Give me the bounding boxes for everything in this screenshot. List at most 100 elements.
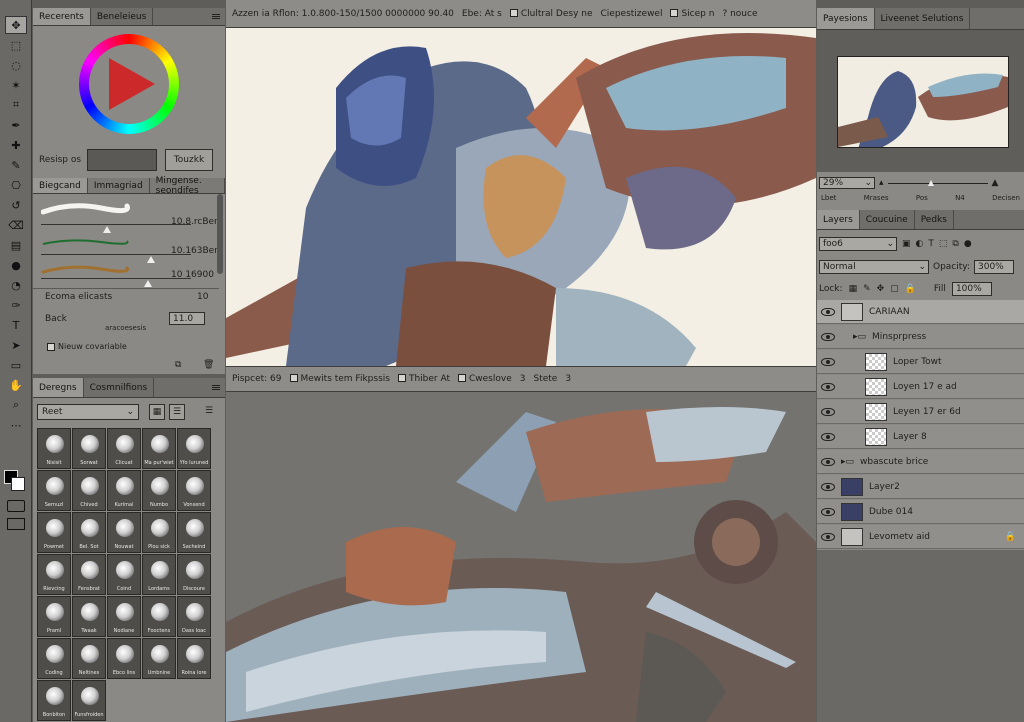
lock-move-icon[interactable]: ✥: [877, 284, 885, 294]
brush-preset[interactable]: Nouwat: [107, 512, 141, 553]
brush-preset[interactable]: Sernuzl: [37, 470, 71, 511]
list-view-icon[interactable]: ☰: [169, 404, 185, 420]
quick-mask-icon[interactable]: [7, 500, 25, 512]
panel-menu-icon[interactable]: [207, 378, 225, 397]
stroke-slider-1-knob[interactable]: [103, 226, 111, 233]
layer-row[interactable]: Loyen 17 e ad: [817, 375, 1024, 399]
brush-preset[interactable]: Roina lore: [177, 638, 211, 679]
status-item-3[interactable]: Ciepestizewel: [601, 9, 663, 19]
tab-liveenet-selutions[interactable]: Liveenet Selutions: [875, 8, 971, 29]
brush-preset[interactable]: Praml: [37, 596, 71, 637]
visibility-eye-icon[interactable]: [821, 457, 835, 466]
fill-field[interactable]: 100%: [951, 282, 992, 296]
zoom-out-icon[interactable]: ▴: [879, 178, 884, 188]
shape-icon[interactable]: ▭: [5, 356, 27, 374]
brush-preset[interactable]: Nodiane: [107, 596, 141, 637]
option-cweslove[interactable]: Cweslove: [458, 374, 512, 384]
layer-row[interactable]: ▸ ▭ wbascute brice: [817, 450, 1024, 474]
filter-toggle-icon[interactable]: ●: [964, 239, 972, 249]
zoom-field[interactable]: 29% ⌄: [819, 177, 875, 189]
move-tool-icon[interactable]: ✥: [5, 16, 27, 34]
magic-wand-icon[interactable]: ✶: [5, 76, 27, 94]
color-triangle[interactable]: [109, 58, 155, 110]
preset-select[interactable]: Reet ⌄: [37, 404, 139, 420]
brush-preset[interactable]: Bonbiton: [37, 680, 71, 721]
filter-type-icon[interactable]: T: [928, 239, 934, 249]
more-tools-icon[interactable]: ⋯: [5, 416, 27, 434]
zoom-slider[interactable]: [887, 179, 988, 186]
lock-pixels-icon[interactable]: ▦: [849, 284, 858, 294]
brush-preset[interactable]: Sacheind: [177, 512, 211, 553]
brush-preset[interactable]: Coind: [107, 554, 141, 595]
visibility-eye-icon[interactable]: [821, 432, 835, 441]
opacity-field[interactable]: 300%: [974, 260, 1014, 274]
tab-coucuine[interactable]: Coucuine: [860, 210, 915, 229]
brush-preset[interactable]: Discoure: [177, 554, 211, 595]
visibility-eye-icon[interactable]: [821, 532, 835, 541]
panel-scrollbar[interactable]: [217, 194, 223, 274]
marquee-icon[interactable]: ⬚: [5, 36, 27, 54]
navigator-preview[interactable]: [837, 56, 1009, 148]
visibility-eye-icon[interactable]: [821, 332, 835, 341]
tab-pedks[interactable]: Pedks: [915, 210, 954, 229]
tab-payesions[interactable]: Payesions: [817, 8, 875, 29]
pen-icon[interactable]: ✑: [5, 296, 27, 314]
tab-immagriad[interactable]: Immagriad: [88, 178, 150, 193]
brush-preset[interactable]: Rievcing: [37, 554, 71, 595]
layer-row[interactable]: Leyen 17 er 6d: [817, 400, 1024, 424]
layer-row[interactable]: Layer2: [817, 475, 1024, 499]
stroke-slider-2[interactable]: [41, 254, 191, 255]
blend-mode-select[interactable]: Normal ⌄: [819, 260, 929, 274]
path-select-icon[interactable]: ➤: [5, 336, 27, 354]
color-wheel[interactable]: [79, 34, 179, 134]
brush-preset[interactable]: Chived: [72, 470, 106, 511]
option-mewits[interactable]: Mewits tem Fikpssis: [289, 374, 390, 384]
brush-preset[interactable]: Nisisit: [37, 428, 71, 469]
filter-adjust-icon[interactable]: ◐: [916, 239, 924, 249]
layer-row[interactable]: Layer 8: [817, 425, 1024, 449]
brush-preset[interactable]: Fooctens: [142, 596, 176, 637]
layer-row[interactable]: CARIAAN: [817, 300, 1024, 324]
brush-preset[interactable]: Bel. Sot: [72, 512, 106, 553]
stroke-slider-3[interactable]: [41, 278, 191, 279]
stroke-slider-1[interactable]: [41, 224, 191, 225]
tab-beneleieus[interactable]: Beneleieus: [91, 8, 154, 25]
zoom-slider-knob[interactable]: [927, 179, 934, 186]
screen-mode-icon[interactable]: [7, 518, 25, 530]
brush-preset[interactable]: Twaak: [72, 596, 106, 637]
visibility-eye-icon[interactable]: [821, 307, 835, 316]
brush-preset[interactable]: Numbo: [142, 470, 176, 511]
background-color-swatch[interactable]: [11, 477, 25, 491]
zoom-icon[interactable]: ⌕: [5, 396, 27, 414]
brush-preset[interactable]: Dass loac: [177, 596, 211, 637]
option-2-field[interactable]: 11.0: [169, 312, 205, 325]
brush-preset[interactable]: Yfo luruned: [177, 428, 211, 469]
option-thiber[interactable]: Thiber At: [397, 374, 450, 384]
lock-paint-icon[interactable]: ✎: [863, 284, 871, 294]
brush-preset[interactable]: Funsfroiden: [72, 680, 106, 721]
hand-icon[interactable]: ✋: [5, 376, 27, 394]
brush-preset[interactable]: Lordams: [142, 554, 176, 595]
lock-artboard-icon[interactable]: ▢: [890, 284, 899, 294]
eraser-icon[interactable]: ⌫: [5, 216, 27, 234]
tab-recents[interactable]: Recerents: [33, 8, 91, 25]
healing-icon[interactable]: ✚: [5, 136, 27, 154]
brush-preset[interactable]: Kurimal: [107, 470, 141, 511]
size-button[interactable]: Touzkk: [165, 149, 213, 171]
delete-preset-icon[interactable]: 🗑: [203, 360, 214, 370]
nieuw-covariable-checkbox[interactable]: Nieuw covariable: [47, 342, 127, 351]
brush-preset[interactable]: Ebco lins: [107, 638, 141, 679]
layer-row[interactable]: Dube 014: [817, 500, 1024, 524]
canvas-bottom-view[interactable]: [226, 392, 816, 722]
new-preset-icon[interactable]: ⧉: [175, 360, 181, 370]
brush-preset[interactable]: Neltines: [72, 638, 106, 679]
history-brush-icon[interactable]: ↺: [5, 196, 27, 214]
brush-preset[interactable]: Sorwat: [72, 428, 106, 469]
gradient-icon[interactable]: ▤: [5, 236, 27, 254]
brush-preset[interactable]: Coding: [37, 638, 71, 679]
brush-preset[interactable]: Umbnine: [142, 638, 176, 679]
tab-deregns[interactable]: Deregns: [33, 378, 84, 397]
brush-preset[interactable]: Ma pur'wiet: [142, 428, 176, 469]
canvas-top-view[interactable]: [226, 28, 816, 366]
grid-view-icon[interactable]: ▦: [149, 404, 165, 420]
